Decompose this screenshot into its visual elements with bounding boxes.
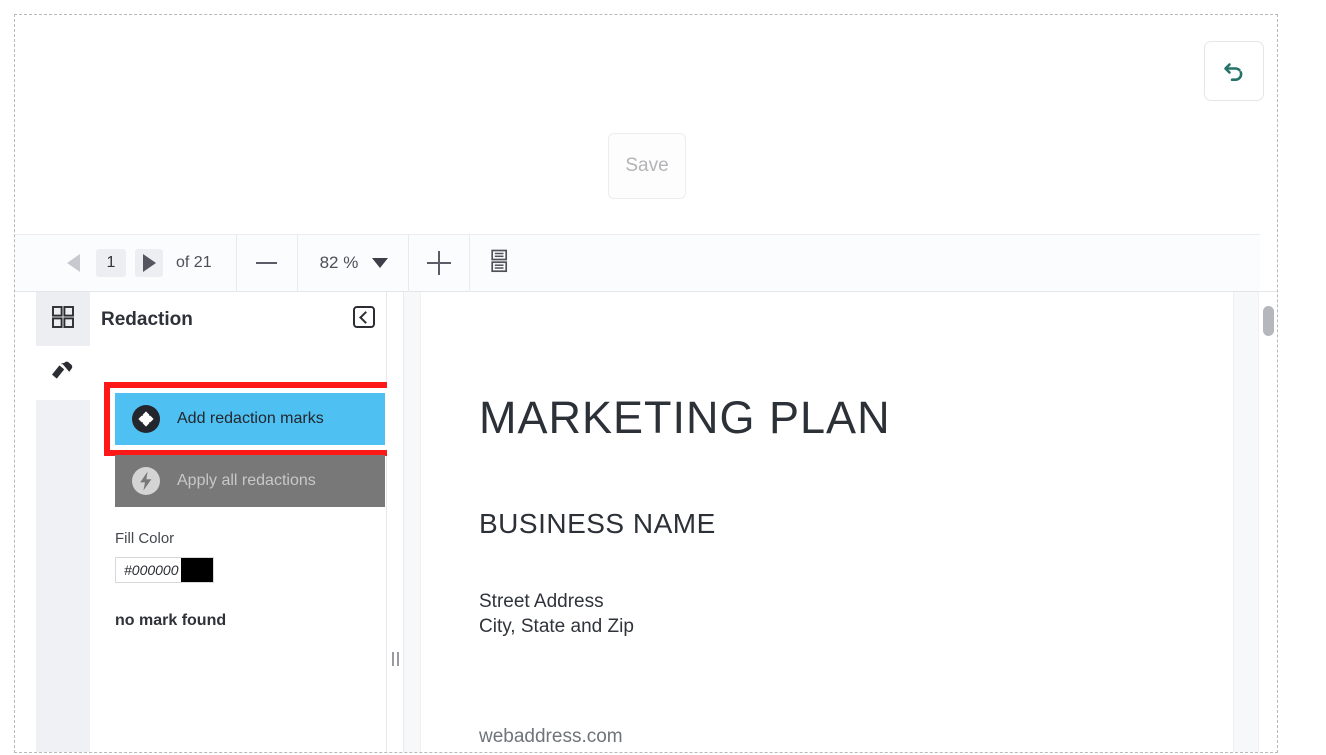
document-scrollbar[interactable] <box>1258 292 1277 752</box>
toolbar-right-gutter <box>1260 234 1277 292</box>
panel-splitter[interactable] <box>387 292 404 752</box>
plus-circle-icon <box>131 404 161 434</box>
fill-color-section: Fill Color <box>115 530 365 583</box>
page-layout-icon <box>489 249 511 278</box>
document-address: Street Address City, State and Zip <box>479 589 634 639</box>
icon-rail <box>36 292 90 752</box>
previous-page-button[interactable] <box>59 249 87 277</box>
page-number-input[interactable] <box>96 249 126 277</box>
no-mark-found-status: no mark found <box>115 612 227 629</box>
zoom-level-label: 82 % <box>319 253 359 272</box>
document-scrollbar-thumb[interactable] <box>1263 306 1274 336</box>
rail-spacer <box>36 400 90 752</box>
zoom-in-button[interactable] <box>409 234 469 292</box>
document-address-line1: Street Address <box>479 591 604 612</box>
fill-color-label: Fill Color <box>115 530 175 547</box>
undo-arrow-icon <box>1219 56 1249 86</box>
lightning-bolt-icon <box>131 466 161 496</box>
header-zone: Save <box>15 15 1277 234</box>
chevron-left-icon <box>358 310 372 324</box>
splitter-bar <box>397 652 399 666</box>
splitter-handle[interactable] <box>392 652 399 666</box>
document-page: MARKETING PLAN BUSINESS NAME Street Addr… <box>421 292 1233 752</box>
apply-all-redactions-button[interactable]: Apply all redactions <box>115 455 385 507</box>
rail-item-annotate[interactable] <box>36 346 90 400</box>
add-redaction-marks-button[interactable]: Add redaction marks <box>115 393 385 445</box>
page-navigation-group: of 21 <box>15 235 236 291</box>
grid-squares-icon <box>50 304 76 335</box>
triangle-right-icon <box>142 254 156 272</box>
add-redaction-marks-label: Add redaction marks <box>177 410 324 427</box>
save-button-label: Save <box>625 155 669 176</box>
redaction-panel: Redaction Add redaction marks Apply all … <box>90 292 396 752</box>
page-layout-button[interactable] <box>470 234 530 292</box>
undo-button[interactable] <box>1204 41 1264 101</box>
chevron-down-icon <box>372 258 389 268</box>
document-address-line2: City, State and Zip <box>479 616 634 637</box>
panel-header: Redaction <box>90 292 386 348</box>
fill-color-swatch[interactable] <box>181 558 213 582</box>
panel-title: Redaction <box>101 309 193 330</box>
fill-color-row <box>115 557 214 583</box>
collapse-panel-button[interactable] <box>353 306 375 328</box>
document-subtitle: BUSINESS NAME <box>479 508 716 539</box>
save-button[interactable]: Save <box>608 133 686 199</box>
minus-icon <box>256 262 278 264</box>
triangle-left-icon <box>66 254 80 272</box>
apply-all-redactions-label: Apply all redactions <box>177 472 316 489</box>
zoom-level-dropdown[interactable]: 82 % <box>298 234 409 292</box>
page-count-label: of 21 <box>176 254 212 271</box>
zoom-out-button[interactable] <box>237 234 297 292</box>
plus-icon <box>427 251 452 275</box>
document-canvas[interactable]: MARKETING PLAN BUSINESS NAME Street Addr… <box>404 292 1258 752</box>
pdf-toolbar: of 21 82 % <box>15 234 1260 292</box>
splitter-bar <box>392 652 394 666</box>
rail-item-thumbnails[interactable] <box>36 292 90 346</box>
fill-color-input[interactable] <box>116 558 181 582</box>
document-weblink: webaddress.com <box>479 726 623 747</box>
eraser-pencil-icon <box>49 358 77 389</box>
body-zone: Redaction Add redaction marks Apply all … <box>15 292 1277 752</box>
document-title: MARKETING PLAN <box>479 392 891 443</box>
app-frame: Save of 21 82 % <box>14 14 1278 753</box>
next-page-button[interactable] <box>135 249 163 277</box>
